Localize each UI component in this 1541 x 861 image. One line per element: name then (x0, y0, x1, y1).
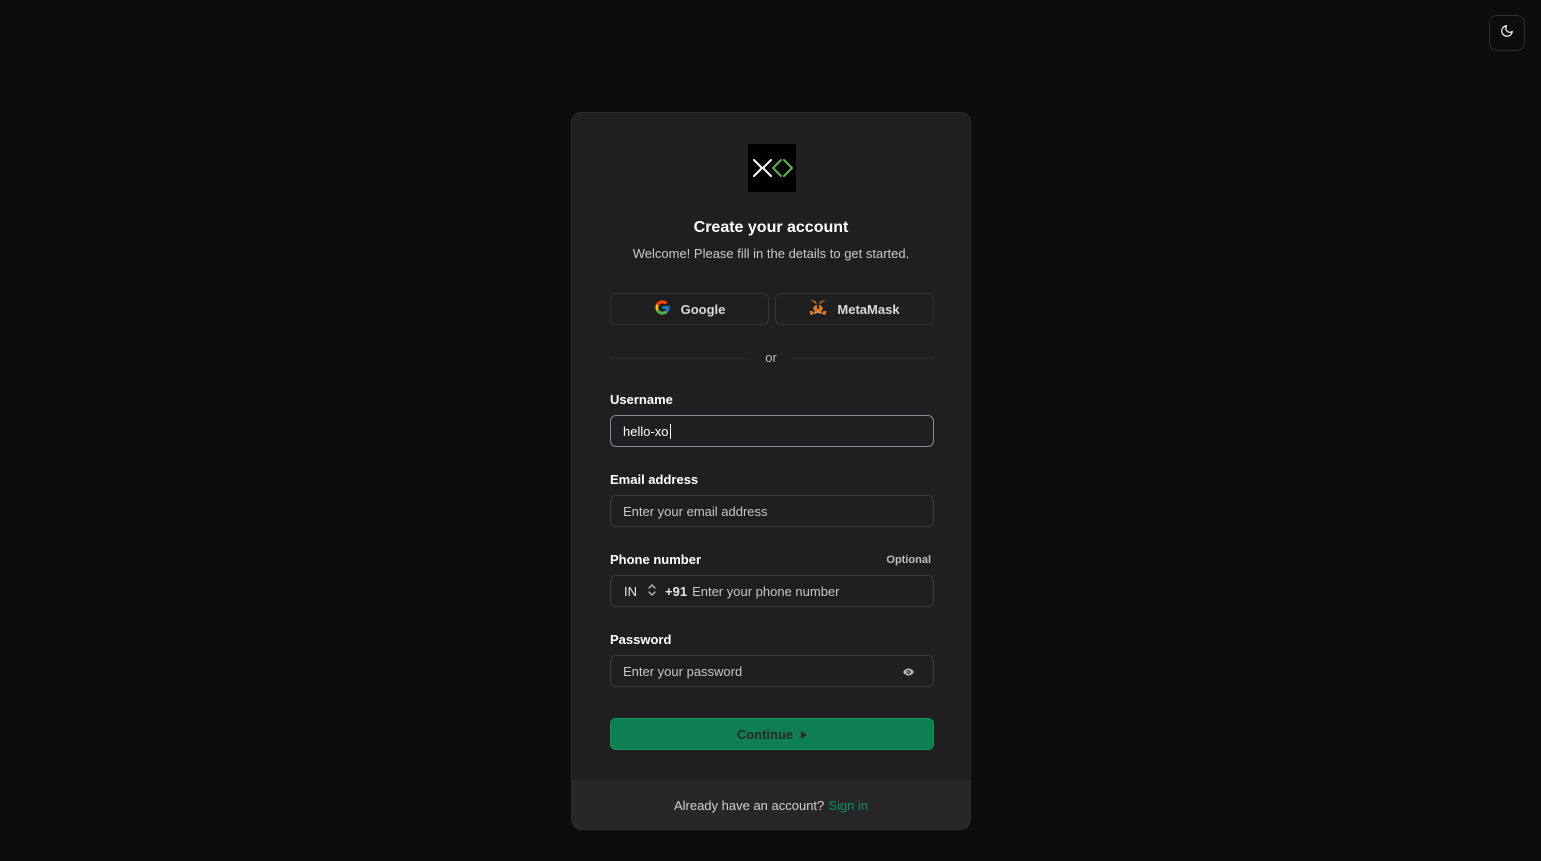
google-icon (654, 299, 671, 319)
metamask-fox-icon (809, 299, 827, 319)
username-label: Username (610, 392, 673, 407)
username-value[interactable]: hello-xo (611, 423, 671, 439)
phone-field-wrapper: IN +91 (610, 575, 934, 607)
password-input[interactable] (611, 663, 933, 679)
email-field-wrapper (610, 495, 934, 527)
caret-right-icon (801, 727, 808, 742)
google-signin-button[interactable]: Google (610, 293, 769, 325)
metamask-signin-button[interactable]: MetaMask (775, 293, 934, 325)
continue-button[interactable]: Continue (610, 718, 934, 750)
theme-toggle-button[interactable] (1489, 15, 1525, 51)
page-subtitle: Welcome! Please fill in the details to g… (632, 246, 910, 261)
divider-line-right (792, 358, 934, 359)
email-label: Email address (610, 472, 699, 487)
eye-icon[interactable] (902, 665, 915, 683)
card-footer: Already have an account? Sign in (572, 780, 970, 829)
text-cursor (669, 423, 671, 439)
dial-code: +91 (665, 583, 688, 599)
chevron-updown-icon (648, 583, 656, 599)
page-title: Create your account (693, 219, 849, 236)
phone-label: Phone number (610, 552, 702, 567)
card-body: Create your account Welcome! Please fill… (572, 113, 970, 780)
country-code: IN (624, 583, 637, 599)
password-field-wrapper (610, 655, 934, 687)
moon-icon (1500, 24, 1514, 43)
sign-in-link[interactable]: Sign in (828, 798, 868, 813)
username-input[interactable]: hello-xo (610, 415, 934, 447)
sign-up-card: Create your account Welcome! Please fill… (571, 112, 971, 830)
brackets-logo-icon (748, 144, 796, 192)
google-label: Google (680, 301, 726, 317)
country-select[interactable]: IN (611, 584, 656, 599)
email-input[interactable] (611, 503, 933, 519)
continue-label: Continue (736, 726, 794, 742)
password-label: Password (610, 632, 672, 647)
phone-input[interactable] (687, 583, 933, 599)
metamask-label: MetaMask (837, 301, 900, 317)
optional-label: Optional (886, 554, 931, 566)
footer-text: Already have an account? (673, 798, 825, 813)
